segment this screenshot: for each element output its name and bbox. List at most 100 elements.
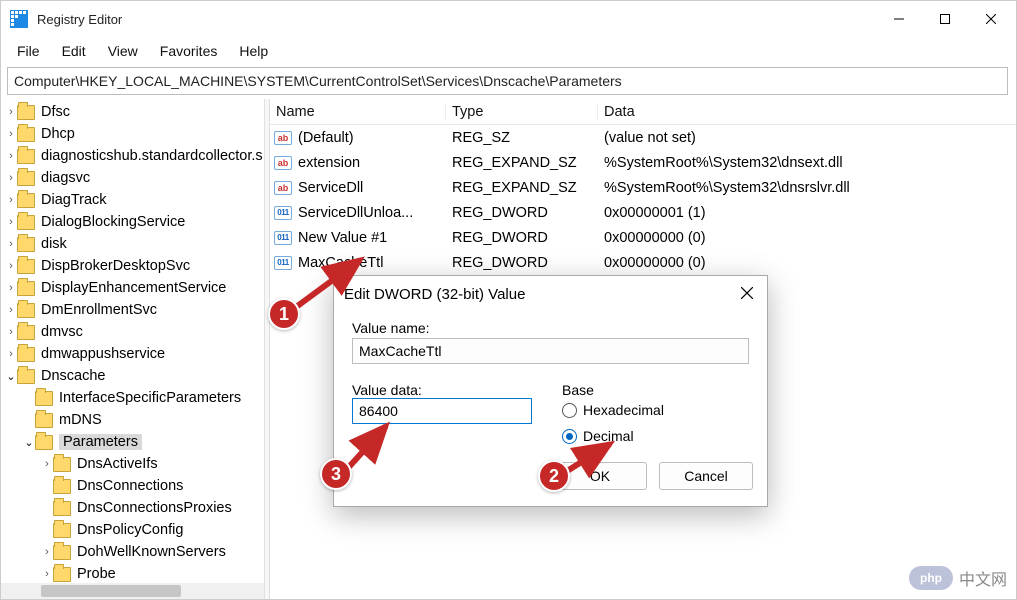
tree-item[interactable]: ›dmvsc: [1, 321, 264, 343]
tree-item-label: DnsConnectionsProxies: [77, 500, 232, 516]
radio-hexadecimal[interactable]: Hexadecimal: [562, 402, 664, 418]
tree-item[interactable]: ›DohWellKnownServers: [1, 541, 264, 563]
chevron-right-icon[interactable]: ›: [3, 282, 17, 294]
value-name: ServiceDll: [298, 180, 363, 196]
chevron-down-icon[interactable]: ⌄: [3, 370, 17, 383]
menubar: File Edit View Favorites Help: [1, 37, 1016, 65]
chevron-right-icon[interactable]: ›: [3, 326, 17, 338]
tree-item-label: DnsPolicyConfig: [77, 522, 183, 538]
tree-item[interactable]: mDNS: [1, 409, 264, 431]
value-data: 0x00000000 (0): [598, 255, 1016, 271]
chevron-right-icon[interactable]: ›: [3, 194, 17, 206]
value-data: 0x00000000 (0): [598, 230, 1016, 246]
list-row[interactable]: 011ServiceDllUnloa...REG_DWORD0x00000001…: [270, 200, 1016, 225]
tree-item[interactable]: ⌄ Dnscache: [1, 365, 264, 387]
string-value-icon: ab: [274, 129, 292, 147]
tree-item[interactable]: DnsPolicyConfig: [1, 519, 264, 541]
tree-item[interactable]: ›Probe: [1, 563, 264, 585]
dialog-title: Edit DWORD (32-bit) Value: [344, 286, 737, 303]
tree-item[interactable]: DnsConnectionsProxies: [1, 497, 264, 519]
value-type: REG_DWORD: [446, 205, 598, 221]
watermark: php 中文网: [909, 566, 1007, 590]
address-bar[interactable]: Computer\HKEY_LOCAL_MACHINE\SYSTEM\Curre…: [7, 67, 1008, 95]
folder-icon: [17, 303, 35, 318]
cancel-button[interactable]: Cancel: [659, 462, 753, 490]
chevron-right-icon[interactable]: ›: [3, 238, 17, 250]
column-header-type[interactable]: Type: [446, 104, 598, 120]
chevron-right-icon[interactable]: ›: [3, 304, 17, 316]
tree-item[interactable]: ›disk: [1, 233, 264, 255]
folder-icon: [53, 479, 71, 494]
tree-item[interactable]: › dmwappushservice: [1, 343, 264, 365]
value-name: New Value #1: [298, 230, 387, 246]
value-name-field[interactable]: MaxCacheTtl: [352, 338, 749, 364]
folder-icon: [35, 435, 53, 450]
folder-icon: [53, 567, 71, 582]
chevron-right-icon[interactable]: ›: [39, 458, 53, 470]
tree-item[interactable]: › diagsvc: [1, 167, 264, 189]
tree-item[interactable]: ›DisplayEnhancementService: [1, 277, 264, 299]
chevron-right-icon[interactable]: ›: [3, 128, 17, 140]
value-name: ServiceDllUnloa...: [298, 205, 413, 221]
menu-edit[interactable]: Edit: [52, 39, 96, 63]
tree-item-label: Dfsc: [41, 104, 70, 120]
tree-item[interactable]: DnsConnections: [1, 475, 264, 497]
chevron-right-icon[interactable]: ›: [39, 546, 53, 558]
chevron-right-icon[interactable]: ›: [3, 216, 17, 228]
tree-item-label: dmwappushservice: [41, 346, 165, 362]
callout-1: 1: [268, 298, 300, 330]
tree-item[interactable]: › DispBrokerDesktopSvc: [1, 255, 264, 277]
tree-item[interactable]: ›DialogBlockingService: [1, 211, 264, 233]
folder-icon: [17, 347, 35, 362]
list-row[interactable]: ab(Default)REG_SZ(value not set): [270, 125, 1016, 150]
chevron-right-icon[interactable]: ›: [3, 106, 17, 118]
watermark-text: 中文网: [959, 566, 1007, 590]
tree-item-label: DispBrokerDesktopSvc: [41, 258, 190, 274]
column-header-name[interactable]: Name: [270, 104, 446, 120]
chevron-right-icon[interactable]: ›: [3, 348, 17, 360]
menu-view[interactable]: View: [98, 39, 148, 63]
value-name-label: Value name:: [352, 320, 749, 336]
menu-help[interactable]: Help: [229, 39, 278, 63]
tree-item[interactable]: InterfaceSpecificParameters: [1, 387, 264, 409]
value-type: REG_SZ: [446, 130, 598, 146]
value-name: (Default): [298, 130, 354, 146]
folder-icon: [17, 215, 35, 230]
folder-icon: [17, 325, 35, 340]
chevron-right-icon[interactable]: ›: [3, 150, 17, 162]
list-row[interactable]: abextensionREG_EXPAND_SZ%SystemRoot%\Sys…: [270, 150, 1016, 175]
value-data: 0x00000001 (1): [598, 205, 1016, 221]
tree-item[interactable]: ›DnsActiveIfs: [1, 453, 264, 475]
regedit-icon: [9, 9, 29, 29]
close-button[interactable]: [968, 3, 1014, 35]
folder-icon: [53, 501, 71, 516]
menu-file[interactable]: File: [7, 39, 50, 63]
tree-item[interactable]: › Dfsc: [1, 101, 264, 123]
chevron-right-icon[interactable]: ›: [3, 172, 17, 184]
folder-icon: [17, 149, 35, 164]
callout-3: 3: [320, 458, 352, 490]
tree-item[interactable]: ›diagnosticshub.standardcollector.s: [1, 145, 264, 167]
chevron-down-icon[interactable]: ⌄: [21, 436, 35, 449]
tree-item-label: Dnscache: [41, 368, 105, 384]
chevron-right-icon[interactable]: ›: [39, 568, 53, 580]
chevron-right-icon[interactable]: ›: [3, 260, 17, 272]
tree-item-label: DnsConnections: [77, 478, 183, 494]
tree-item-label: mDNS: [59, 412, 102, 428]
tree-horizontal-scrollbar[interactable]: [1, 583, 264, 599]
column-header-data[interactable]: Data: [598, 104, 1016, 120]
menu-favorites[interactable]: Favorites: [150, 39, 228, 63]
radio-hex-icon: [562, 403, 577, 418]
tree-item[interactable]: ›DmEnrollmentSvc: [1, 299, 264, 321]
minimize-button[interactable]: [876, 3, 922, 35]
list-row[interactable]: 011New Value #1REG_DWORD0x00000000 (0): [270, 225, 1016, 250]
tree-item[interactable]: › DiagTrack: [1, 189, 264, 211]
list-row[interactable]: abServiceDllREG_EXPAND_SZ%SystemRoot%\Sy…: [270, 175, 1016, 200]
tree-item[interactable]: ›Dhcp: [1, 123, 264, 145]
tree-item-label: InterfaceSpecificParameters: [59, 390, 241, 406]
maximize-button[interactable]: [922, 3, 968, 35]
tree-item-label: DiagTrack: [41, 192, 107, 208]
tree-item-label: diagsvc: [41, 170, 90, 186]
dialog-close-button[interactable]: [737, 282, 757, 307]
tree-item[interactable]: ⌄Parameters: [1, 431, 264, 453]
